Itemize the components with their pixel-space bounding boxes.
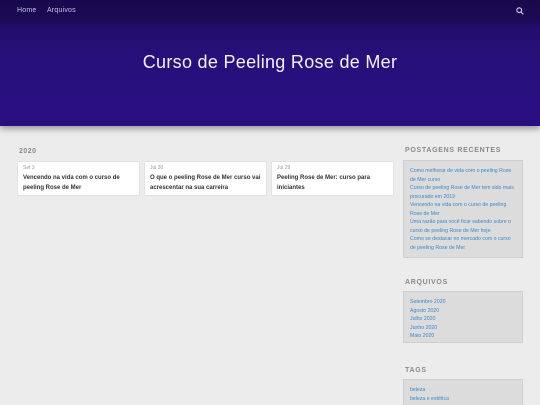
post-date: Set 3 (23, 165, 35, 171)
nav-archives-link[interactable]: Arquivos (47, 7, 76, 14)
year-heading: 2020 (19, 148, 37, 155)
recent-post-link[interactable]: Uma razão para você ficar sabendo sobre … (410, 218, 516, 235)
tags-box: beleza beleza e estética (403, 379, 523, 405)
archive-link[interactable]: Setembro 2020 (410, 298, 516, 307)
post-card[interactable]: Set 3 Vencendo na vida com o curso de pe… (17, 161, 140, 196)
top-nav: Home Arquivos (0, 0, 540, 24)
archive-link[interactable]: Junho 2020 (410, 324, 516, 333)
search-icon[interactable] (516, 7, 524, 15)
post-card[interactable]: Jul 30 O que o peeling Rose de Mer curso… (144, 161, 267, 196)
tag-link[interactable]: beleza e estética (410, 395, 516, 404)
post-date: Jul 29 (277, 165, 291, 171)
archive-link[interactable]: Maio 2020 (410, 332, 516, 341)
post-title[interactable]: Vencendo na vida com o curso de peeling … (23, 174, 134, 193)
tag-link[interactable]: beleza (410, 386, 516, 395)
archives-box: Setembro 2020 Agosto 2020 Julho 2020 Jun… (403, 291, 523, 343)
tags-heading: TAGS (405, 367, 427, 374)
recent-posts-heading: POSTAGENS RECENTES (405, 147, 502, 154)
post-title[interactable]: Peeling Rose de Mer: curso para iniciant… (277, 174, 388, 193)
post-card[interactable]: Jul 29 Peeling Rose de Mer: curso para i… (271, 161, 394, 196)
post-date: Jul 30 (150, 165, 164, 171)
header-hero: Home Arquivos Curso de Peeling Rose de M… (0, 0, 540, 126)
archive-link[interactable]: Agosto 2020 (410, 307, 516, 316)
archives-heading: ARQUIVOS (405, 279, 448, 286)
recent-post-link[interactable]: Curso de peeling Rose de Mer tem sido ma… (410, 184, 516, 201)
nav-home-link[interactable]: Home (17, 7, 36, 14)
site-title[interactable]: Curso de Peeling Rose de Mer (0, 52, 540, 73)
recent-post-link[interactable]: Vencendo na vida com o curso de peeling … (410, 201, 516, 218)
recent-posts-box: Como melhorar de vida com o peeling Rose… (403, 160, 523, 258)
recent-post-link[interactable]: Como se destacar no mercado com o curso … (410, 235, 516, 252)
post-title[interactable]: O que o peeling Rose de Mer curso vai ac… (150, 174, 261, 193)
recent-post-link[interactable]: Como melhorar de vida com o peeling Rose… (410, 167, 516, 184)
archive-link[interactable]: Julho 2020 (410, 315, 516, 324)
